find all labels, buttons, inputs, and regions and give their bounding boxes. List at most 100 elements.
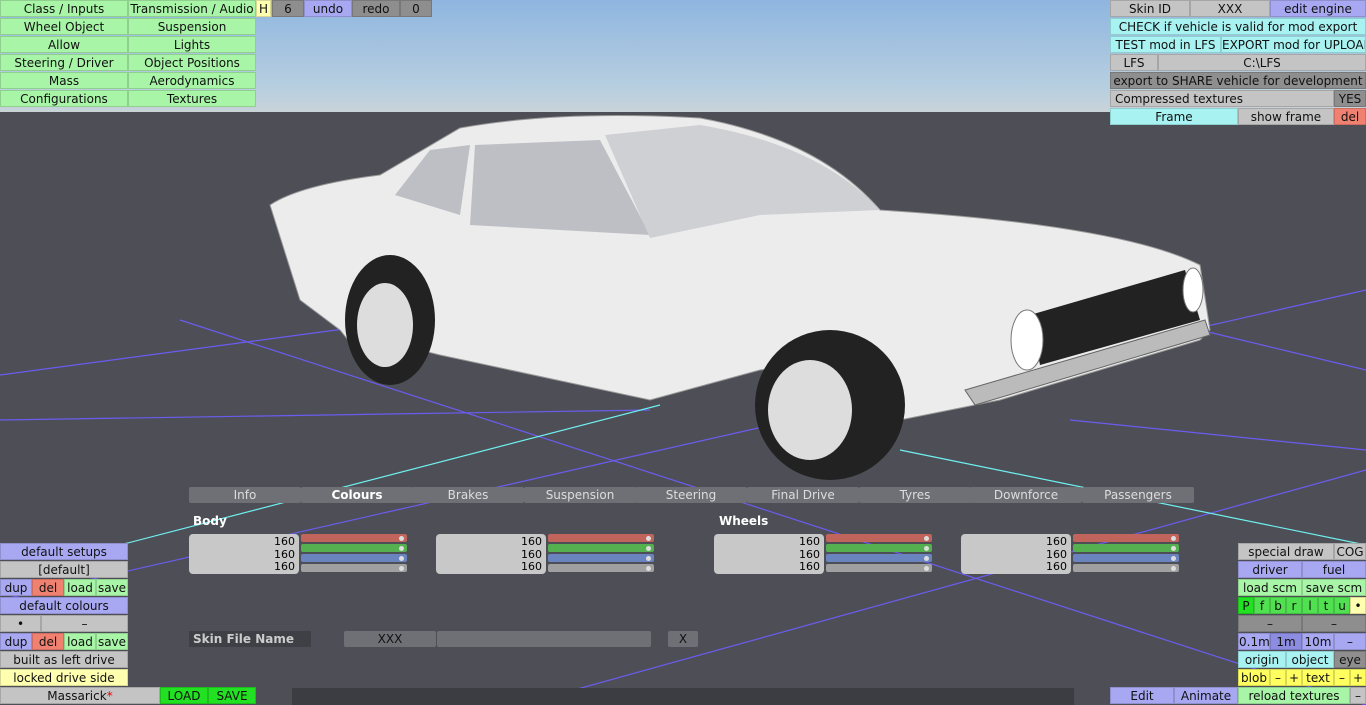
colour-slider[interactable] xyxy=(826,544,932,552)
tab-tyres[interactable]: Tyres xyxy=(859,487,971,503)
skin-id-value[interactable]: XXX xyxy=(1190,0,1270,17)
slider-handle[interactable] xyxy=(924,555,929,561)
menu-allow[interactable]: Allow xyxy=(0,36,128,53)
scale-10m[interactable]: 10m xyxy=(1302,633,1334,650)
edit-engine-button[interactable]: edit engine xyxy=(1270,0,1366,17)
scale-minus[interactable]: – xyxy=(1334,633,1366,650)
dup-colours-button[interactable]: dup xyxy=(0,633,32,650)
frame-button[interactable]: Frame xyxy=(1110,108,1238,125)
save-scm-button[interactable]: save scm xyxy=(1302,579,1366,596)
fuel-button[interactable]: fuel xyxy=(1302,561,1366,578)
edit-mode-button[interactable]: Edit xyxy=(1110,687,1174,704)
slider-handle[interactable] xyxy=(399,535,404,541)
toggle-r[interactable]: r xyxy=(1286,597,1302,614)
compressed-textures-toggle[interactable]: YES xyxy=(1334,90,1366,107)
colour-slider[interactable] xyxy=(548,554,654,562)
check-vehicle-button[interactable]: CHECK if vehicle is valid for mod export xyxy=(1110,18,1366,35)
setup-selector[interactable]: [default] xyxy=(0,561,128,578)
menu-steering-driver[interactable]: Steering / Driver xyxy=(0,54,128,71)
slider-handle[interactable] xyxy=(646,535,651,541)
delete-frame-button[interactable]: del xyxy=(1334,108,1366,125)
toggle-p[interactable]: P xyxy=(1238,597,1254,614)
default-setups-button[interactable]: default setups xyxy=(0,543,128,560)
colour-selector[interactable]: – xyxy=(41,615,128,632)
colour-values-1[interactable]: 160 160 160 xyxy=(436,534,546,574)
colour-slider[interactable] xyxy=(1073,554,1179,562)
tab-steering[interactable]: Steering xyxy=(635,487,747,503)
tab-suspension[interactable]: Suspension xyxy=(524,487,636,503)
tab-brakes[interactable]: Brakes xyxy=(412,487,524,503)
origin-button[interactable]: origin xyxy=(1238,651,1286,668)
colour-slider[interactable] xyxy=(826,534,932,542)
colour-slider[interactable] xyxy=(301,544,407,552)
toggle-l[interactable]: l xyxy=(1302,597,1318,614)
colour-slider[interactable] xyxy=(1073,544,1179,552)
slider-handle[interactable] xyxy=(646,565,651,571)
menu-configurations[interactable]: Configurations xyxy=(0,90,128,107)
slider-handle[interactable] xyxy=(1171,565,1176,571)
skin-clear-button[interactable]: X xyxy=(668,631,698,647)
text-minus-button[interactable]: – xyxy=(1334,669,1350,686)
colour-slider[interactable] xyxy=(548,534,654,542)
undo-button[interactable]: undo xyxy=(304,0,352,17)
colour-slider[interactable] xyxy=(826,564,932,572)
animate-mode-button[interactable]: Animate xyxy=(1174,687,1238,704)
slider-handle[interactable] xyxy=(1171,535,1176,541)
lfs-path-field[interactable]: C:\LFS xyxy=(1158,54,1366,71)
colour-values-3[interactable]: 160 160 160 xyxy=(961,534,1071,574)
text-button[interactable]: text xyxy=(1302,669,1334,686)
colour-slider[interactable] xyxy=(548,564,654,572)
del-colours-button[interactable]: del xyxy=(32,633,64,650)
vehicle-name-field[interactable]: Massarick* xyxy=(0,687,160,704)
skin-file-name-input[interactable] xyxy=(437,631,651,647)
load-setup-button[interactable]: load xyxy=(64,579,96,596)
slider-handle[interactable] xyxy=(646,555,651,561)
slider-handle[interactable] xyxy=(646,545,651,551)
option-left-selector[interactable]: – xyxy=(1238,615,1302,632)
load-vehicle-button[interactable]: LOAD xyxy=(160,687,208,704)
tab-final-drive[interactable]: Final Drive xyxy=(747,487,859,503)
skin-file-name-value[interactable]: XXX xyxy=(344,631,436,647)
toggle-t[interactable]: t xyxy=(1318,597,1334,614)
save-colours-button[interactable]: save xyxy=(96,633,128,650)
save-setup-button[interactable]: save xyxy=(96,579,128,596)
show-frame-button[interactable]: show frame xyxy=(1238,108,1334,125)
toggle-u[interactable]: u xyxy=(1334,597,1350,614)
menu-mass[interactable]: Mass xyxy=(0,72,128,89)
slider-handle[interactable] xyxy=(1171,555,1176,561)
colour-dot-button[interactable]: • xyxy=(0,615,41,632)
eye-button[interactable]: eye xyxy=(1334,651,1366,668)
test-mod-button[interactable]: TEST mod in LFS xyxy=(1110,36,1221,53)
tab-downforce[interactable]: Downforce xyxy=(970,487,1082,503)
reload-textures-button[interactable]: reload textures xyxy=(1238,687,1350,704)
toggle-b[interactable]: b xyxy=(1270,597,1286,614)
tab-colours[interactable]: Colours xyxy=(301,487,413,503)
tab-passengers[interactable]: Passengers xyxy=(1082,487,1194,503)
menu-lights[interactable]: Lights xyxy=(128,36,256,53)
left-drive-toggle[interactable]: built as left drive xyxy=(0,651,128,668)
scale-1m[interactable]: 1m xyxy=(1270,633,1302,650)
slider-handle[interactable] xyxy=(1171,545,1176,551)
menu-object-positions[interactable]: Object Positions xyxy=(128,54,256,71)
slider-handle[interactable] xyxy=(924,545,929,551)
colour-slider[interactable] xyxy=(1073,564,1179,572)
text-plus-button[interactable]: + xyxy=(1350,669,1366,686)
menu-textures[interactable]: Textures xyxy=(128,90,256,107)
toggle-dot[interactable]: • xyxy=(1350,597,1366,614)
h-button[interactable]: H xyxy=(256,0,271,17)
slider-handle[interactable] xyxy=(924,565,929,571)
driver-button[interactable]: driver xyxy=(1238,561,1302,578)
blob-button[interactable]: blob xyxy=(1238,669,1270,686)
reload-minus-button[interactable]: – xyxy=(1350,687,1366,704)
menu-wheel-object[interactable]: Wheel Object xyxy=(0,18,128,35)
colour-slider[interactable] xyxy=(826,554,932,562)
colour-slider[interactable] xyxy=(301,564,407,572)
menu-aerodynamics[interactable]: Aerodynamics xyxy=(128,72,256,89)
export-mod-button[interactable]: EXPORT mod for UPLOAD xyxy=(1221,36,1366,53)
save-vehicle-button[interactable]: SAVE xyxy=(208,687,256,704)
option-right-selector[interactable]: – xyxy=(1302,615,1366,632)
slider-handle[interactable] xyxy=(399,565,404,571)
menu-suspension[interactable]: Suspension xyxy=(128,18,256,35)
del-setup-button[interactable]: del xyxy=(32,579,64,596)
colour-values-0[interactable]: 160 160 160 xyxy=(189,534,299,574)
